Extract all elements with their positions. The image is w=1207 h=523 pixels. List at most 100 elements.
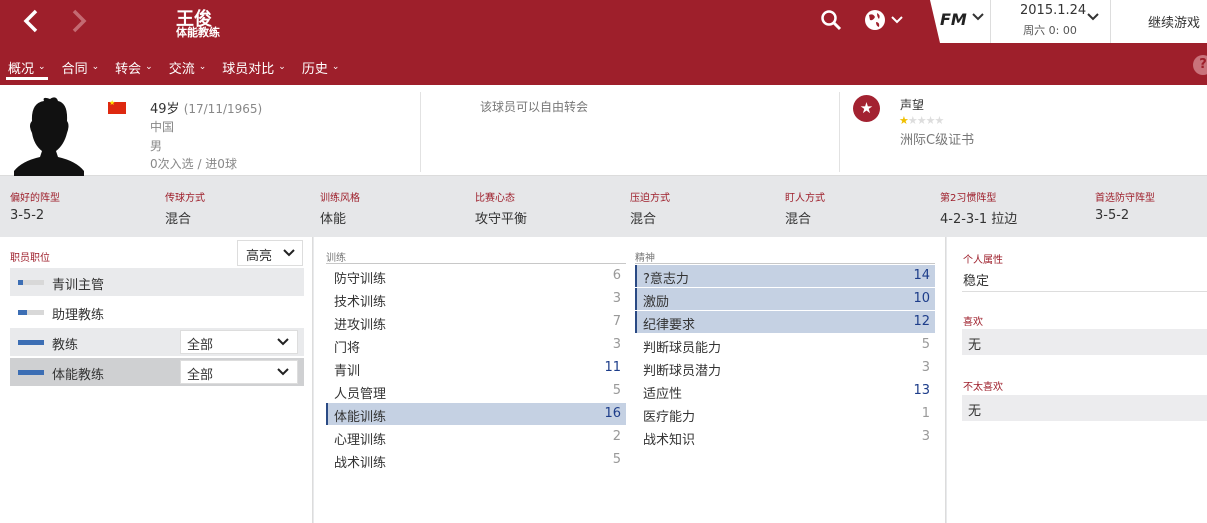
attribute-name: 判断球员潜力 [643,364,722,379]
header-bar: 王俊 体能教练 FM 2015.1.24 周六 0: 00 继续游戏 概况 ⌄ 合… [0,0,1207,85]
role-row-selected[interactable]: 体能教练 全部 [10,358,304,386]
tactic-label: 压迫方式 [630,193,670,204]
role-row[interactable]: 教练 全部 [10,328,304,356]
attribute-name: 激励 [643,295,670,310]
attribute-row[interactable]: 医疗能力 1 [635,403,935,425]
attributes-panel: 训练 防守训练 6 技术训练 3 进攻训练 7 门将 3 青训 11 人员管理 5 体能训练… [314,237,946,523]
avatar [14,97,84,176]
menu-label: 交流 [168,61,195,77]
tactic-label: 第2习惯阵型 [940,193,997,204]
chevron-down-icon [277,338,289,346]
menu-label: 概况 [8,61,35,77]
nationality[interactable]: 中国 [150,118,174,135]
attribute-row[interactable]: 人员管理 5 [326,380,626,402]
caret-down-icon: ⌄ [91,62,100,72]
search-icon[interactable] [820,8,842,32]
attribute-value: 5 [921,337,930,352]
dislikes-value: 无 [968,404,982,419]
tactic-label: 盯人方式 [785,193,825,204]
menu-history[interactable]: 历史 ⌄ [302,56,340,78]
fm-logo[interactable]: FM [940,10,967,29]
attribute-row[interactable]: 进攻训练 7 [326,311,626,333]
attribute-value: 7 [612,314,621,329]
divider [839,92,840,172]
half-star-icon: ★ [899,114,909,127]
divider [990,0,991,43]
role-level-bar [18,370,44,375]
attribute-value: 2 [612,429,621,444]
menu-interact[interactable]: 交流 ⌄ [169,56,207,78]
attribute-value: 3 [921,429,930,444]
staff-roles-panel: 职员职位 高亮 青训主管 助理教练 教练 全部 体能教练 全部 [0,237,313,523]
attribute-row-highlighted[interactable]: 体能训练 16 [326,403,626,425]
chevron-down-icon[interactable] [972,12,984,22]
role-level-bar [18,340,44,345]
caret-down-icon: ⌄ [198,62,207,72]
dislikes-label: 不太喜欢 [963,382,1003,393]
role-level-bar [18,280,44,285]
attribute-name: 医疗能力 [643,410,696,425]
attribute-name: 纪律要求 [643,318,696,333]
attribute-name: 青训 [334,364,361,379]
attribute-row-highlighted[interactable]: 纪律要求 12 [635,311,935,333]
divider [635,263,935,264]
role-row[interactable]: 青训主管 [10,268,304,296]
attribute-row-highlighted[interactable]: ?意志力 14 [635,265,935,287]
role-filter-select[interactable]: 全部 [180,360,298,384]
attribute-row-highlighted[interactable]: 激励 10 [635,288,935,310]
role-row[interactable]: 助理教练 [10,298,304,326]
forward-arrow-icon[interactable] [64,6,92,36]
attribute-value: 13 [913,383,930,398]
caret-down-icon: ⌄ [38,62,46,72]
role-level-fill [18,370,44,375]
caret-down-icon: ⌄ [331,62,340,72]
caret-down-icon: ⌄ [145,62,153,72]
tactic-value: 体能 [320,212,347,227]
attribute-value: 11 [604,360,621,375]
attribute-row[interactable]: 战术训练 5 [326,449,626,471]
mental-header: 精神 [635,253,655,264]
attribute-name: 适应性 [643,387,683,402]
role-filter-value: 全部 [187,338,214,353]
likes-box: 无 [962,329,1207,355]
chevron-down-icon[interactable] [1087,12,1099,22]
star-icon: ★ [853,95,880,122]
tactic-label: 首选防守阵型 [1095,193,1155,204]
attribute-row[interactable]: 青训 11 [326,357,626,379]
role-filter-select[interactable]: 全部 [180,330,298,354]
menu-contract[interactable]: 合同 ⌄ [62,56,100,78]
attribute-row[interactable]: 技术训练 3 [326,288,626,310]
china-flag-icon [108,99,126,114]
menu-label: 球员对比 [222,61,275,77]
training-header: 训练 [326,253,346,264]
caret-down-icon: ⌄ [278,62,286,72]
back-arrow-icon[interactable] [18,6,46,36]
globe-icon[interactable] [864,8,906,32]
tactic-value: 4-2-3-1 拉边 [940,212,1018,227]
attribute-row[interactable]: 判断球员潜力 3 [635,357,935,379]
attribute-name: 人员管理 [334,387,387,402]
continue-button[interactable]: 继续游戏 [1148,12,1200,31]
top-menu: 概况 ⌄ 合同 ⌄ 转会 ⌄ 交流 ⌄ 球员对比 ⌄ 历史 ⌄ [0,56,355,78]
chevron-down-icon [283,249,295,257]
age: 49岁 [150,102,180,117]
attribute-name: 战术训练 [334,456,387,471]
menu-transfer[interactable]: 转会 ⌄ [115,56,153,78]
divider [1110,0,1111,43]
attribute-row[interactable]: 战术知识 3 [635,426,935,448]
attribute-name: 体能训练 [334,410,387,425]
help-icon[interactable]: ? [1193,55,1207,75]
attribute-row[interactable]: 门将 3 [326,334,626,356]
menu-overview[interactable]: 概况 ⌄ [8,56,46,78]
highlight-select[interactable]: 高亮 [237,240,303,266]
attribute-row[interactable]: 心理训练 2 [326,426,626,448]
caps-goals: 0次入选 / 进0球 [150,157,237,171]
highlight-select-value: 高亮 [246,249,273,264]
attribute-value: 10 [913,291,930,306]
attribute-row[interactable]: 判断球员能力 5 [635,334,935,356]
attribute-row[interactable]: 防守训练 6 [326,265,626,287]
role-level-bar [18,310,44,315]
likes-value: 无 [968,338,982,353]
menu-compare[interactable]: 球员对比 ⌄ [222,56,286,78]
attribute-row[interactable]: 适应性 13 [635,380,935,402]
